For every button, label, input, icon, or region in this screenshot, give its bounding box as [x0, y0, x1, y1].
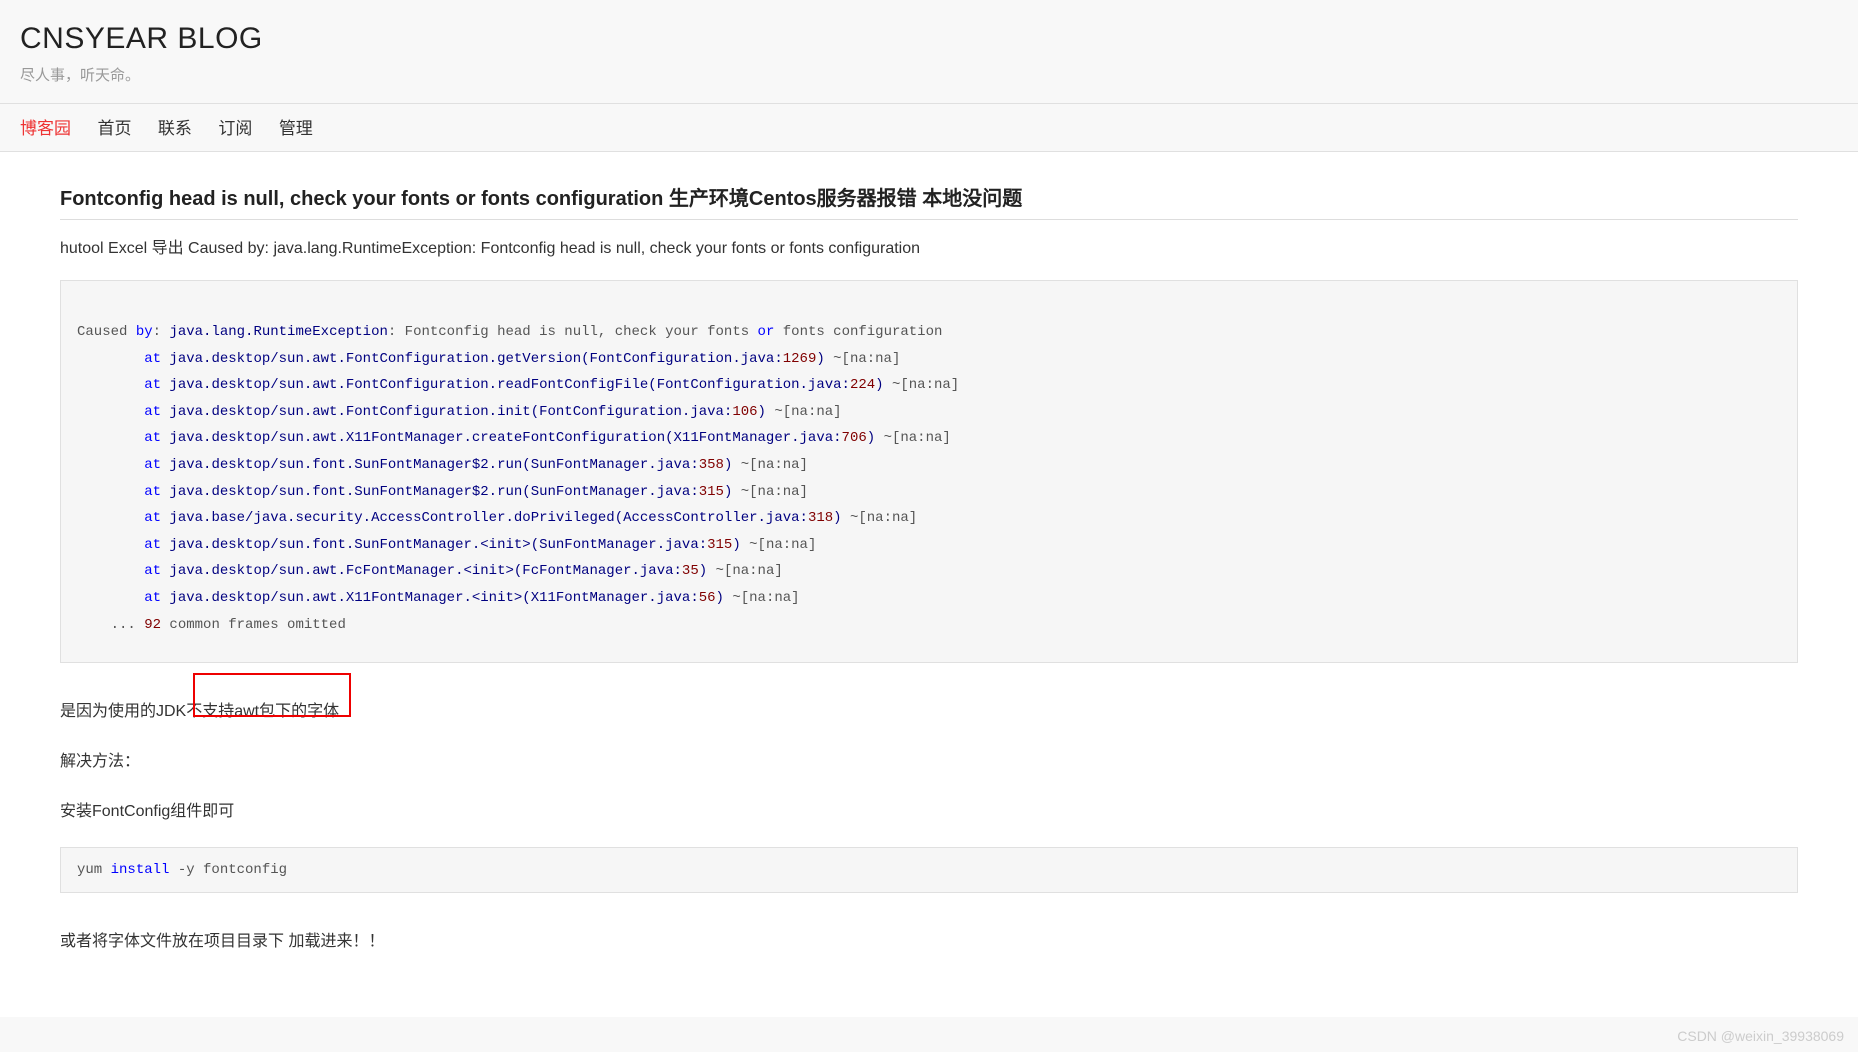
solution-label: 解决方法：: [60, 747, 1798, 771]
cmd-keyword: install: [111, 862, 170, 878]
nav-cnblogs[interactable]: 博客园: [20, 114, 71, 139]
cmd-post: -y fontconfig: [169, 862, 287, 878]
blog-header: CNSYEAR BLOG 尽人事，听天命。: [0, 0, 1858, 104]
command-codeblock: yum install -y fontconfig: [60, 847, 1798, 893]
post-title: Fontconfig head is null, check your font…: [60, 182, 1798, 220]
cmd-pre: yum: [77, 862, 111, 878]
solution-text: 安装FontConfig组件即可: [60, 797, 1798, 821]
stacktrace-codeblock: Caused by: java.lang.RuntimeException: F…: [60, 280, 1798, 663]
post-content: Fontconfig head is null, check your font…: [0, 152, 1858, 1017]
blog-subtitle: 尽人事，听天命。: [20, 64, 1838, 85]
reason-text: 是因为使用的JDK不支持awt包下的字体: [60, 703, 339, 720]
nav-subscribe[interactable]: 订阅: [218, 114, 252, 139]
reason-paragraph: 是因为使用的JDK不支持awt包下的字体: [60, 697, 1798, 721]
main-nav: 博客园 首页 联系 订阅 管理: [0, 104, 1858, 152]
alternative-paragraph: 或者将字体文件放在项目目录下 加载进来！！: [60, 927, 1798, 951]
post-intro: hutool Excel 导出 Caused by: java.lang.Run…: [60, 234, 1798, 258]
nav-contact[interactable]: 联系: [158, 114, 192, 139]
nav-admin[interactable]: 管理: [279, 114, 313, 139]
watermark: CSDN @weixin_39938069: [1677, 1028, 1844, 1044]
nav-home[interactable]: 首页: [97, 114, 131, 139]
blog-title[interactable]: CNSYEAR BLOG: [20, 22, 1838, 56]
